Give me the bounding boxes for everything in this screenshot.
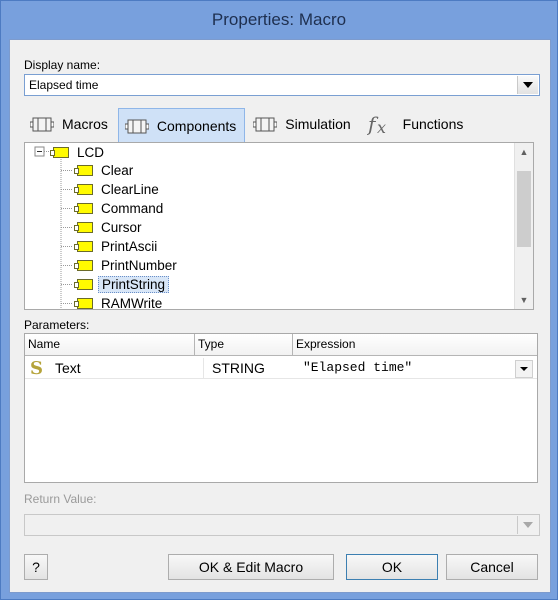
tab-functions[interactable]: f x Functions [361,108,472,140]
chevron-down-icon [523,522,533,528]
tab-simulation-label: Simulation [285,116,351,132]
column-header-type[interactable]: Type [195,334,293,355]
tree-item-cursor[interactable]: Cursor [74,218,145,237]
simulation-icon [253,117,278,132]
macro-icon [30,117,54,132]
window-title: Properties: Macro [211,10,347,29]
table-row[interactable]: S Text STRING "Elapsed time" [25,358,537,379]
macro-node-icon [74,184,93,195]
tree-item-label: ClearLine [101,182,159,197]
column-header-expression[interactable]: Expression [293,334,537,355]
tree-item-label: PrintAscii [101,239,158,254]
tab-strip: Macros Components Simulation f x Functio… [24,108,473,142]
tab-components[interactable]: Components [117,108,246,142]
param-expression-cell[interactable]: "Elapsed time" [293,358,513,378]
display-name-field[interactable]: Elapsed time [24,74,540,96]
display-name-dropdown-button[interactable] [517,76,538,94]
tab-components-label: Components [156,117,237,134]
ok-edit-macro-button[interactable]: OK & Edit Macro [168,554,334,580]
ok-button[interactable]: OK [346,554,438,580]
properties-dialog: Properties: Macro Display name: Elapsed … [0,0,558,600]
tree-item-label: LCD [77,145,105,160]
tree-item-label: Command [101,201,164,216]
tab-simulation[interactable]: Simulation [247,108,358,140]
param-name: Text [55,360,81,376]
display-name-value: Elapsed time [29,78,99,92]
tree-item-label: Clear [101,163,134,178]
parameters-label: Parameters: [24,318,90,332]
tree-root-lcd[interactable]: LCD [50,143,107,162]
cancel-button[interactable]: Cancel [446,554,538,580]
help-button[interactable]: ? [24,554,48,580]
column-header-name[interactable]: Name [25,334,195,355]
tree-item-command[interactable]: Command [74,199,166,218]
tree-item-label: Cursor [101,220,142,235]
title-bar: Properties: Macro [1,1,557,39]
dialog-body: Display name: Elapsed time Macros Compon… [9,39,551,593]
tree-item-clear[interactable]: Clear [74,161,136,180]
component-icon [124,119,149,133]
svg-text:x: x [377,118,386,136]
return-value-dropdown-button [517,516,538,534]
macro-node-icon [74,203,93,214]
macro-node-icon [74,260,93,271]
tree-item-label: PrintString [98,276,170,293]
return-value-label: Return Value: [24,492,97,506]
tab-macros-label: Macros [62,116,108,132]
chevron-down-icon [520,367,528,371]
component-icon [50,147,69,158]
macro-node-icon [74,279,93,290]
scroll-down-icon[interactable]: ▼ [515,291,533,309]
return-value-field [24,514,540,536]
tree-item-clearline[interactable]: ClearLine [74,180,162,199]
chevron-down-icon [523,82,533,88]
expression-dropdown-button[interactable] [515,360,533,378]
macro-node-icon [74,222,93,233]
macro-node-icon [74,241,93,252]
macro-node-icon [74,298,93,309]
param-name-cell: S Text [29,358,195,378]
scroll-thumb[interactable] [517,171,531,247]
tree-item-printnumber[interactable]: PrintNumber [74,256,180,275]
tree-item-printascii[interactable]: PrintAscii [74,237,160,256]
tab-functions-label: Functions [402,116,464,132]
scroll-up-icon[interactable]: ▲ [515,143,533,161]
display-name-label: Display name: [24,58,101,72]
tree-item-label: RAMWrite [101,296,163,310]
tree-item-ramwrite[interactable]: RAMWrite [74,294,165,310]
tree-item-printstring[interactable]: PrintString [74,275,170,294]
tree-scrollbar[interactable]: ▲ ▼ [514,143,533,309]
string-type-icon: S [30,359,43,377]
component-tree[interactable]: LCD Clear ClearLine Command Cursor Print… [24,142,534,310]
param-type-cell: STRING [203,358,293,378]
tab-macros[interactable]: Macros [24,108,116,140]
svg-text:S: S [30,359,43,377]
parameters-grid: Name Type Expression S Text STRING "Elap… [24,333,538,483]
macro-node-icon [74,165,93,176]
tree-item-label: PrintNumber [101,258,177,273]
fx-icon: f x [367,112,386,136]
grid-header: Name Type Expression [25,334,537,356]
